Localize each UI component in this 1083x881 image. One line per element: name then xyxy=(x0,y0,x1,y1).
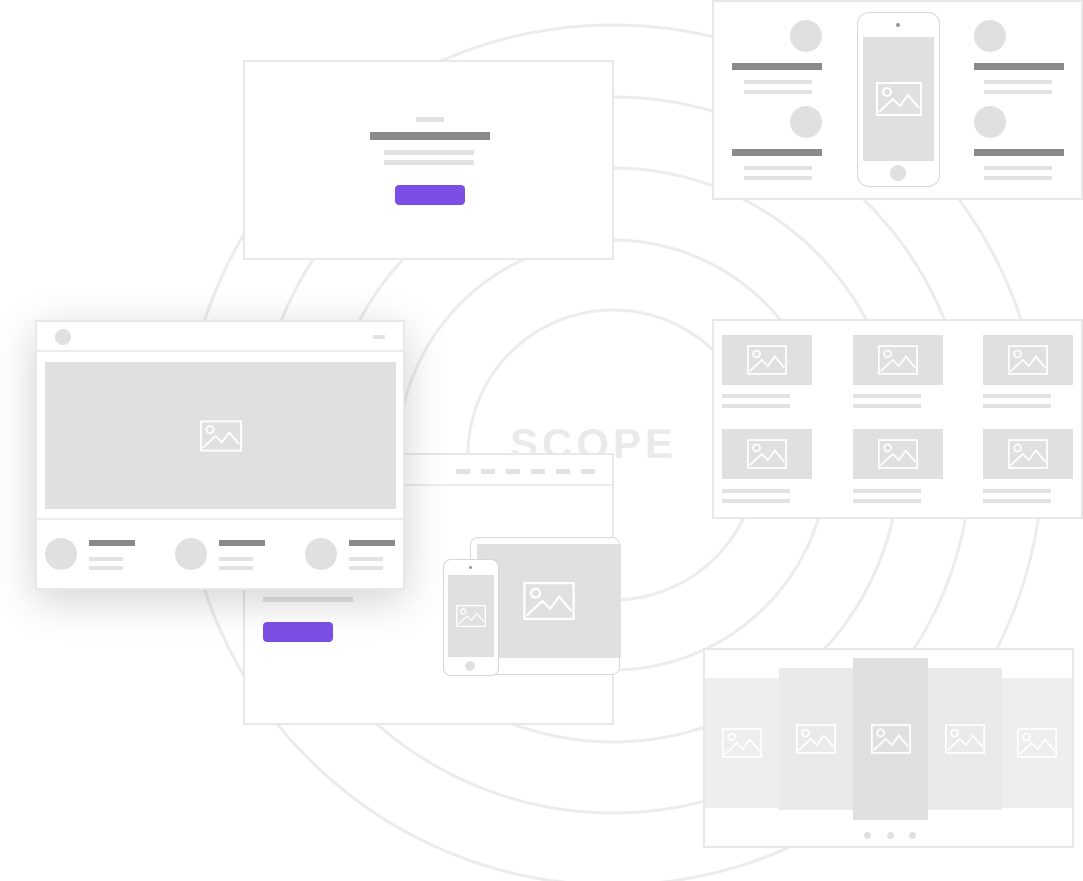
text-bar xyxy=(263,597,353,602)
team-name-bar xyxy=(89,540,135,546)
logo-dot xyxy=(55,329,71,345)
phone-icon xyxy=(857,12,940,187)
team-name-bar xyxy=(349,540,395,546)
caption-bar xyxy=(983,404,1051,408)
feature-avatar xyxy=(790,20,822,52)
feature-text-bar xyxy=(744,166,812,170)
image-placeholder-icon xyxy=(45,362,396,509)
feature-text-bar xyxy=(984,90,1052,94)
nav-item-bar[interactable] xyxy=(456,469,470,474)
image-placeholder-icon xyxy=(863,37,934,161)
image-placeholder-icon xyxy=(983,429,1073,479)
eyebrow-bar xyxy=(416,117,444,122)
caption-bar xyxy=(722,404,790,408)
menu-bar[interactable] xyxy=(373,335,385,339)
team-text-bar xyxy=(349,557,383,561)
feature-title-bar xyxy=(974,63,1064,70)
cta-button[interactable] xyxy=(395,185,465,205)
nav-item-bar[interactable] xyxy=(556,469,570,474)
feature-title-bar xyxy=(974,149,1064,156)
image-placeholder-icon xyxy=(1017,728,1057,758)
team-text-bar xyxy=(219,557,253,561)
team-text-bar xyxy=(89,566,123,570)
caption-bar xyxy=(722,489,790,493)
image-placeholder-icon xyxy=(870,724,911,754)
feature-avatar xyxy=(790,106,822,138)
carousel-slide[interactable] xyxy=(705,678,779,808)
heading-bar xyxy=(370,132,490,140)
phone-icon xyxy=(443,559,499,676)
caption-bar xyxy=(983,489,1051,493)
team-text-bar xyxy=(349,566,383,570)
caption-bar xyxy=(722,499,790,503)
image-placeholder-icon xyxy=(853,429,943,479)
cta-button[interactable] xyxy=(263,622,333,642)
image-placeholder-icon xyxy=(722,429,812,479)
feature-avatar xyxy=(974,20,1006,52)
caption-bar xyxy=(853,394,921,398)
image-placeholder-icon xyxy=(448,575,494,657)
carousel-slide[interactable] xyxy=(928,668,1002,810)
image-placeholder-icon xyxy=(722,728,762,758)
feature-title-bar xyxy=(732,149,822,156)
feature-text-bar xyxy=(984,80,1052,84)
carousel-card xyxy=(703,648,1074,848)
text-bar xyxy=(384,150,474,155)
nav-item-bar[interactable] xyxy=(481,469,495,474)
caption-bar xyxy=(853,489,921,493)
nav-item-bar[interactable] xyxy=(581,469,595,474)
team-avatar xyxy=(45,538,77,570)
feature-text-bar xyxy=(984,166,1052,170)
divider xyxy=(37,518,403,520)
nav-item-bar[interactable] xyxy=(531,469,545,474)
feature-text-bar xyxy=(744,90,812,94)
feature-text-bar xyxy=(984,176,1052,180)
caption-bar xyxy=(983,499,1051,503)
divider xyxy=(37,350,403,352)
caption-bar xyxy=(853,404,921,408)
image-placeholder-icon xyxy=(722,335,812,385)
carousel-slide[interactable] xyxy=(779,668,853,810)
carousel-dot[interactable] xyxy=(909,832,916,839)
text-bar xyxy=(384,160,474,165)
team-avatar xyxy=(175,538,207,570)
carousel-slide-active[interactable] xyxy=(853,658,928,820)
feature-text-bar xyxy=(744,80,812,84)
features-phone-card xyxy=(712,0,1083,200)
feature-avatar xyxy=(974,106,1006,138)
team-text-bar xyxy=(219,566,253,570)
team-text-bar xyxy=(89,557,123,561)
caption-bar xyxy=(853,499,921,503)
team-avatar xyxy=(305,538,337,570)
carousel-dot[interactable] xyxy=(864,832,871,839)
website-card xyxy=(35,320,405,590)
caption-bar xyxy=(722,394,790,398)
image-placeholder-icon xyxy=(983,335,1073,385)
feature-text-bar xyxy=(744,176,812,180)
image-placeholder-icon xyxy=(796,724,836,754)
nav-item-bar[interactable] xyxy=(506,469,520,474)
image-placeholder-icon xyxy=(853,335,943,385)
image-grid-card xyxy=(712,319,1083,519)
image-placeholder-icon xyxy=(945,724,985,754)
carousel-slide[interactable] xyxy=(1002,678,1072,808)
feature-title-bar xyxy=(732,63,822,70)
carousel-dot[interactable] xyxy=(887,832,894,839)
team-name-bar xyxy=(219,540,265,546)
caption-bar xyxy=(983,394,1051,398)
hero-card xyxy=(243,60,614,260)
